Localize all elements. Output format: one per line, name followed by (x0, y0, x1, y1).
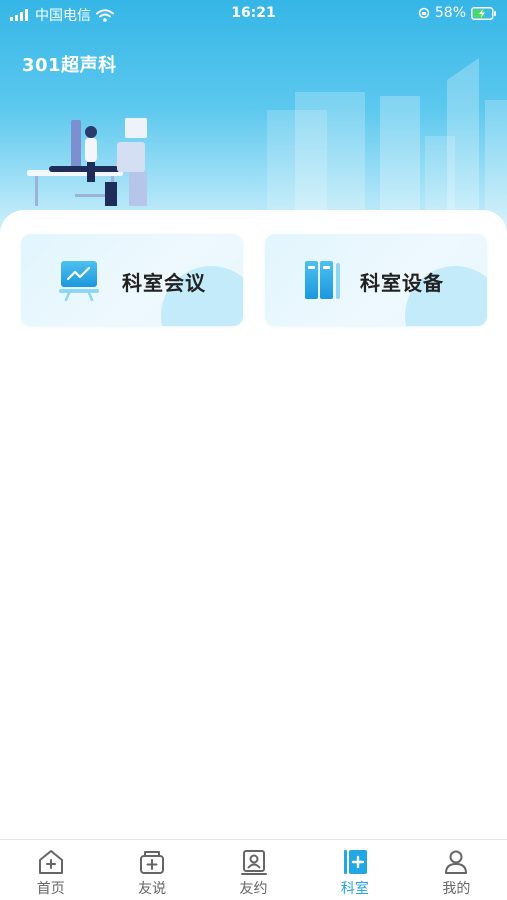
folder-plus-icon (140, 851, 165, 874)
ultrasound-doctor-illustration (27, 118, 147, 206)
battery-charging-icon (471, 6, 496, 20)
tab-appointment[interactable]: 友约 (203, 840, 304, 900)
tab-talk-label: 友说 (138, 881, 167, 897)
department-book-icon (343, 850, 367, 874)
tab-home-label: 首页 (36, 881, 65, 897)
main-content: 科室会议 科室设备 (0, 210, 507, 840)
contact-card-icon (240, 850, 267, 875)
status-right-group: 58% (418, 5, 497, 21)
tab-home[interactable]: 首页 (0, 840, 101, 900)
tab-mine[interactable]: 我的 (406, 840, 507, 900)
tab-department[interactable]: 科室 (304, 840, 405, 900)
home-plus-icon (38, 850, 63, 874)
department-equipment-card[interactable]: 科室设备 (265, 234, 487, 326)
status-bar: 中国电信 16:21 58% (0, 0, 507, 28)
bottom-tab-bar: 首页 友说 友约 科室 我的 (0, 839, 507, 900)
department-equipment-label: 科室设备 (360, 271, 444, 295)
page-title: 301超声科 (22, 55, 117, 76)
orientation-lock-icon (418, 7, 430, 19)
department-meeting-card[interactable]: 科室会议 (21, 234, 243, 326)
presentation-chart-icon (59, 261, 99, 301)
tab-department-label: 科室 (340, 881, 369, 897)
header-banner: 中国电信 16:21 58% 301超声科 (0, 0, 507, 240)
tab-appointment-label: 友约 (239, 881, 268, 897)
department-meeting-label: 科室会议 (122, 271, 206, 295)
binders-icon (305, 261, 340, 299)
tab-mine-label: 我的 (442, 881, 471, 897)
battery-percent: 58% (434, 5, 466, 21)
tab-talk[interactable]: 友说 (101, 840, 202, 900)
person-icon (445, 850, 468, 874)
